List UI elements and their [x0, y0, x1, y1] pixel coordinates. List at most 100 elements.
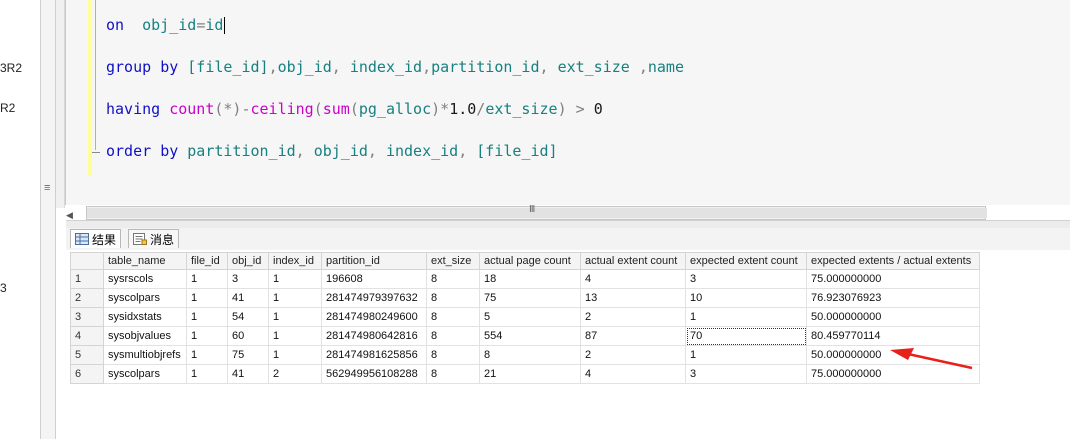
column-header-expected-extent-count[interactable]: expected extent count [685, 252, 807, 270]
panel-vertical-scrollbar[interactable]: ≡ [40, 0, 56, 439]
row-number-cell[interactable]: 5 [70, 345, 104, 365]
table-cell[interactable]: 2 [580, 307, 686, 327]
table-cell[interactable]: 75 [227, 345, 269, 365]
fold-marker[interactable] [92, 152, 100, 153]
table-row[interactable]: 6 syscolpars 1 41 2 562949956108288 8 21 4 3 75.00… [70, 364, 980, 384]
table-cell[interactable]: 8 [426, 326, 480, 346]
table-cell[interactable]: 21 [479, 364, 581, 384]
tab-messages[interactable]: 消息 [128, 229, 180, 248]
table-cell[interactable]: 87 [580, 326, 686, 346]
splitter-grip-icon[interactable]: ≡ [44, 182, 50, 194]
table-cell[interactable]: 1 [186, 269, 228, 289]
row-number-cell[interactable]: 4 [70, 326, 104, 346]
table-row[interactable]: 2 syscolpars 1 41 1 281474979397632 8 75 13 10 76.… [70, 288, 980, 308]
table-cell[interactable]: 8 [426, 364, 480, 384]
table-cell[interactable]: 281474981625856 [321, 345, 427, 365]
row-number-cell[interactable]: 1 [70, 269, 104, 289]
column-header-ext-size[interactable]: ext_size [426, 252, 480, 270]
table-row[interactable]: 4 sysobjvalues 1 60 1 281474980642816 8 554 87 70… [70, 326, 980, 346]
table-cell[interactable]: 1 [268, 345, 322, 365]
code-line[interactable]: on obj_id=id [106, 16, 226, 34]
table-cell[interactable]: sysmultiobjrefs [103, 345, 187, 365]
editor-horizontal-scrollbar[interactable]: III [86, 204, 987, 220]
column-header-actual-extent-count[interactable]: actual extent count [580, 252, 686, 270]
tab-results[interactable]: 结果 [70, 229, 122, 248]
table-cell[interactable]: 1 [268, 288, 322, 308]
table-cell[interactable]: 1 [186, 307, 228, 327]
table-cell[interactable]: 281474980642816 [321, 326, 427, 346]
table-cell[interactable]: 1 [268, 307, 322, 327]
table-cell[interactable]: 5 [479, 307, 581, 327]
table-cell[interactable]: sysobjvalues [103, 326, 187, 346]
table-cell[interactable]: 1 [685, 345, 807, 365]
table-cell[interactable]: 281474979397632 [321, 288, 427, 308]
column-header-file-id[interactable]: file_id [186, 252, 228, 270]
table-row[interactable]: 3 sysidxstats 1 54 1 281474980249600 8 5 2 1 50.00… [70, 307, 980, 327]
table-cell[interactable]: 41 [227, 288, 269, 308]
table-cell[interactable]: 1 [186, 364, 228, 384]
column-header-expected-ratio[interactable]: expected extents / actual extents [806, 252, 980, 270]
table-cell[interactable]: 18 [479, 269, 581, 289]
code-line[interactable]: group by [file_id],obj_id, index_id,part… [106, 58, 684, 76]
table-cell[interactable]: 8 [426, 307, 480, 327]
row-number-cell[interactable]: 6 [70, 364, 104, 384]
table-cell[interactable]: 54 [227, 307, 269, 327]
object-explorer-panel: 3R2 R2 3 [0, 0, 40, 439]
table-cell[interactable]: 41 [227, 364, 269, 384]
table-row[interactable]: 1 sysrscols 1 3 1 196608 8 18 4 3 75.000000000 [70, 269, 980, 289]
table-cell[interactable]: 3 [685, 364, 807, 384]
code-token: group [106, 58, 152, 76]
table-cell[interactable]: 75 [479, 288, 581, 308]
sql-query-editor[interactable]: on obj_id=id group by [file_id],obj_id, … [65, 0, 1070, 205]
code-line[interactable]: order by partition_id, obj_id, index_id,… [106, 142, 558, 160]
table-cell[interactable]: 8 [426, 345, 480, 365]
table-cell[interactable]: syscolpars [103, 288, 187, 308]
column-header-actual-page-count[interactable]: actual page count [479, 252, 581, 270]
table-cell[interactable]: 2 [580, 345, 686, 365]
table-cell[interactable]: 2 [268, 364, 322, 384]
table-cell[interactable]: 8 [426, 288, 480, 308]
table-cell[interactable]: syscolpars [103, 364, 187, 384]
table-cell[interactable]: sysidxstats [103, 307, 187, 327]
results-body: 1 sysrscols 1 3 1 196608 8 18 4 3 75.000000000 2 sys… [70, 269, 980, 384]
scrollbar-thumb[interactable] [87, 208, 987, 218]
table-cell[interactable]: 3 [227, 269, 269, 289]
table-cell[interactable]: 1 [268, 326, 322, 346]
table-cell[interactable]: 8 [479, 345, 581, 365]
table-cell[interactable]: 10 [685, 288, 807, 308]
selected-cell[interactable]: 70 [685, 326, 807, 346]
table-cell[interactable]: 4 [580, 364, 686, 384]
table-cell[interactable]: 75.000000000 [806, 269, 980, 289]
table-cell[interactable]: 1 [685, 307, 807, 327]
code-token: index_id [349, 58, 423, 76]
table-cell[interactable]: 562949956108288 [321, 364, 427, 384]
table-cell[interactable]: 8 [426, 269, 480, 289]
table-cell[interactable]: 1 [186, 326, 228, 346]
table-cell[interactable]: 13 [580, 288, 686, 308]
row-number-cell[interactable]: 2 [70, 288, 104, 308]
table-cell[interactable]: 554 [479, 326, 581, 346]
row-number-header[interactable] [70, 252, 104, 270]
table-cell[interactable]: 196608 [321, 269, 427, 289]
column-header-table-name[interactable]: table_name [103, 252, 187, 270]
table-cell[interactable]: 76.923076923 [806, 288, 980, 308]
code-token: partition_id [431, 58, 540, 76]
table-cell[interactable]: 281474980249600 [321, 307, 427, 327]
column-header-obj-id[interactable]: obj_id [227, 252, 269, 270]
results-grid[interactable]: table_name file_id obj_id index_id parti… [70, 252, 980, 384]
table-row[interactable]: 5 sysmultiobjrefs 1 75 1 281474981625856 8 8 2 1 5… [70, 345, 980, 365]
code-line[interactable]: having count(*)-ceiling(sum(pg_alloc)*1.… [106, 100, 603, 118]
table-cell[interactable]: 1 [186, 288, 228, 308]
table-cell[interactable]: 1 [186, 345, 228, 365]
row-number-cell[interactable]: 3 [70, 307, 104, 327]
table-cell[interactable]: 3 [685, 269, 807, 289]
column-header-partition-id[interactable]: partition_id [321, 252, 427, 270]
column-header-index-id[interactable]: index_id [268, 252, 322, 270]
table-cell[interactable]: 80.459770114 [806, 326, 980, 346]
table-cell[interactable]: 50.000000000 [806, 307, 980, 327]
table-cell[interactable]: sysrscols [103, 269, 187, 289]
table-cell[interactable]: 4 [580, 269, 686, 289]
table-cell[interactable]: 60 [227, 326, 269, 346]
table-cell[interactable]: 1 [268, 269, 322, 289]
